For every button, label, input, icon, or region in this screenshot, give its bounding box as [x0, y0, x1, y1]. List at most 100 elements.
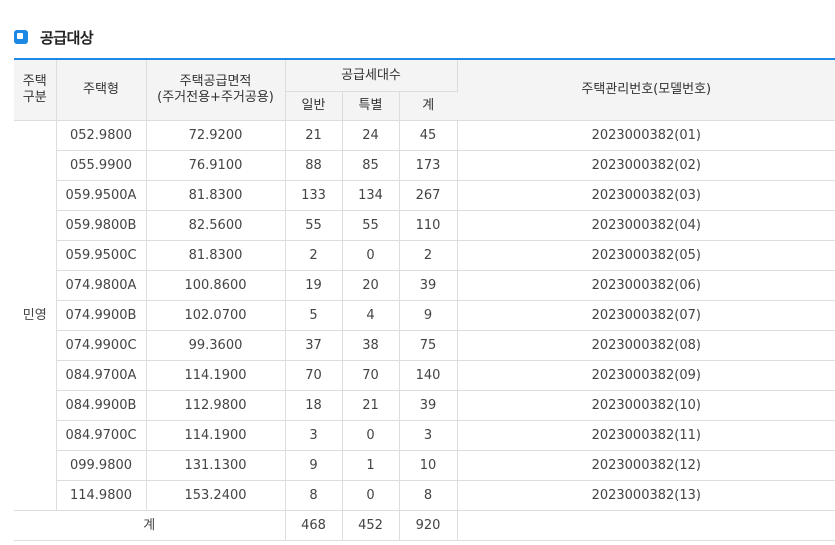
- general-units-cell: 19: [285, 270, 343, 301]
- table-row: 059.9500C 81.8300 2 0 2 2023000382(05): [14, 240, 835, 271]
- table-footer: 계 468 452 920: [14, 510, 835, 541]
- header-total-label: 계: [422, 98, 435, 113]
- header-general-label: 일반: [301, 98, 326, 113]
- housing-type-cell: 059.9500A: [56, 180, 147, 211]
- section-title: 공급대상: [40, 28, 94, 47]
- header-housing-type-label: 주택형: [83, 82, 119, 97]
- section-header: 공급대상: [14, 24, 94, 50]
- supply-area-cell: 102.0700: [146, 300, 286, 331]
- table-row: 059.9800B 82.5600 55 55 110 2023000382(04): [14, 210, 835, 241]
- supply-area-cell: 131.1300: [146, 450, 286, 481]
- management-number-cell: 2023000382(03): [457, 180, 835, 211]
- special-units-cell: 70: [342, 360, 400, 391]
- table-body: 민영 052.9800 72.9200 21 24 45 2023000382(01) 055…: [14, 120, 835, 511]
- special-units-cell: 0: [342, 240, 400, 271]
- special-units-cell: 0: [342, 480, 400, 511]
- general-units-cell: 21: [285, 120, 343, 151]
- total-units-cell: 267: [399, 180, 458, 211]
- header-supply-area: 주택공급면적 (주거전용+주거공용): [146, 58, 286, 121]
- general-units-cell: 88: [285, 150, 343, 181]
- supply-area-cell: 81.8300: [146, 180, 286, 211]
- table-row: 059.9500A 81.8300 133 134 267 2023000382(03): [14, 180, 835, 211]
- special-units-cell: 21: [342, 390, 400, 421]
- total-units-cell: 39: [399, 390, 458, 421]
- supply-area-cell: 76.9100: [146, 150, 286, 181]
- header-supply-units: 공급세대수: [285, 58, 458, 92]
- header-housing-category: 주택 구분: [14, 58, 57, 121]
- general-units-cell: 37: [285, 330, 343, 361]
- housing-type-cell: 074.9800A: [56, 270, 147, 301]
- management-number-cell: 2023000382(02): [457, 150, 835, 181]
- total-units-cell: 45: [399, 120, 458, 151]
- total-units-cell: 8: [399, 480, 458, 511]
- total-special: 452: [358, 517, 383, 533]
- special-units-cell: 134: [342, 180, 400, 211]
- housing-type-cell: 084.9700C: [56, 420, 147, 451]
- general-units-cell: 9: [285, 450, 343, 481]
- management-number-cell: 2023000382(11): [457, 420, 835, 451]
- general-units-cell: 70: [285, 360, 343, 391]
- housing-type-cell: 074.9900B: [56, 300, 147, 331]
- square-bullet-icon: [14, 30, 28, 44]
- management-number-cell: 2023000382(12): [457, 450, 835, 481]
- management-number-cell: 2023000382(10): [457, 390, 835, 421]
- general-units-cell: 3: [285, 420, 343, 451]
- management-number-cell: 2023000382(07): [457, 300, 835, 331]
- management-number-cell: 2023000382(01): [457, 120, 835, 151]
- special-units-cell: 1: [342, 450, 400, 481]
- housing-type-cell: 059.9500C: [56, 240, 147, 271]
- supply-target-table: 주택 구분 주택형 주택공급면적 (주거전용+주거공용) 공급세대수 주택관리번…: [14, 58, 835, 541]
- supply-area-cell: 112.9800: [146, 390, 286, 421]
- table-row: 084.9900B 112.9800 18 21 39 2023000382(10): [14, 390, 835, 421]
- general-units-cell: 133: [285, 180, 343, 211]
- special-units-cell: 20: [342, 270, 400, 301]
- housing-type-cell: 074.9900C: [56, 330, 147, 361]
- total-units-cell: 39: [399, 270, 458, 301]
- general-units-cell: 8: [285, 480, 343, 511]
- housing-type-cell: 084.9700A: [56, 360, 147, 391]
- supply-area-cell: 81.8300: [146, 240, 286, 271]
- header-management-number: 주택관리번호(모델번호): [457, 58, 835, 121]
- management-number-cell: 2023000382(04): [457, 210, 835, 241]
- special-units-cell: 85: [342, 150, 400, 181]
- total-special-cell: 452: [342, 510, 400, 541]
- management-number-cell: 2023000382(06): [457, 270, 835, 301]
- general-units-cell: 5: [285, 300, 343, 331]
- total-units-cell: 173: [399, 150, 458, 181]
- table-row: 074.9900C 99.3600 37 38 75 2023000382(08): [14, 330, 835, 361]
- header-supply-units-label: 공급세대수: [341, 67, 401, 83]
- supply-area-cell: 153.2400: [146, 480, 286, 511]
- housing-type-cell: 099.9800: [56, 450, 147, 481]
- table-row: 민영 052.9800 72.9200 21 24 45 2023000382(01): [14, 120, 835, 511]
- table-row: 084.9700C 114.1900 3 0 3 2023000382(11): [14, 420, 835, 451]
- header-special: 특별: [342, 91, 400, 121]
- general-units-cell: 2: [285, 240, 343, 271]
- special-units-cell: 24: [342, 120, 400, 151]
- general-units-cell: 55: [285, 210, 343, 241]
- header-housing-type: 주택형: [56, 58, 147, 121]
- supply-area-cell: 82.5600: [146, 210, 286, 241]
- header-housing-category-label: 주택 구분: [22, 74, 47, 105]
- special-units-cell: 55: [342, 210, 400, 241]
- management-number-cell: 2023000382(08): [457, 330, 835, 361]
- header-total: 계: [399, 91, 458, 121]
- total-units: 920: [415, 517, 441, 533]
- table-row: 055.9900 76.9100 88 85 173 2023000382(02): [14, 150, 835, 181]
- housing-type-cell: 055.9900: [56, 150, 147, 181]
- total-general-cell: 468: [285, 510, 343, 541]
- housing-category-cell: 민영: [14, 120, 57, 511]
- supply-area-cell: 100.8600: [146, 270, 286, 301]
- total-label-cell: 계: [14, 510, 286, 541]
- supply-area-cell: 114.1900: [146, 360, 286, 391]
- header-supply-area-sub: (주거전용+주거공용): [157, 90, 274, 105]
- total-units-cell: 3: [399, 420, 458, 451]
- supply-area-cell: 72.9200: [146, 120, 286, 151]
- total-general: 468: [301, 517, 326, 533]
- table-row: 084.9700A 114.1900 70 70 140 2023000382(09): [14, 360, 835, 391]
- housing-type-cell: 084.9900B: [56, 390, 147, 421]
- special-units-cell: 4: [342, 300, 400, 331]
- header-general: 일반: [285, 91, 343, 121]
- table-row: 114.9800 153.2400 8 0 8 2023000382(13): [14, 480, 835, 511]
- total-row: 계 468 452 920: [14, 510, 835, 541]
- table-row: 074.9800A 100.8600 19 20 39 2023000382(06): [14, 270, 835, 301]
